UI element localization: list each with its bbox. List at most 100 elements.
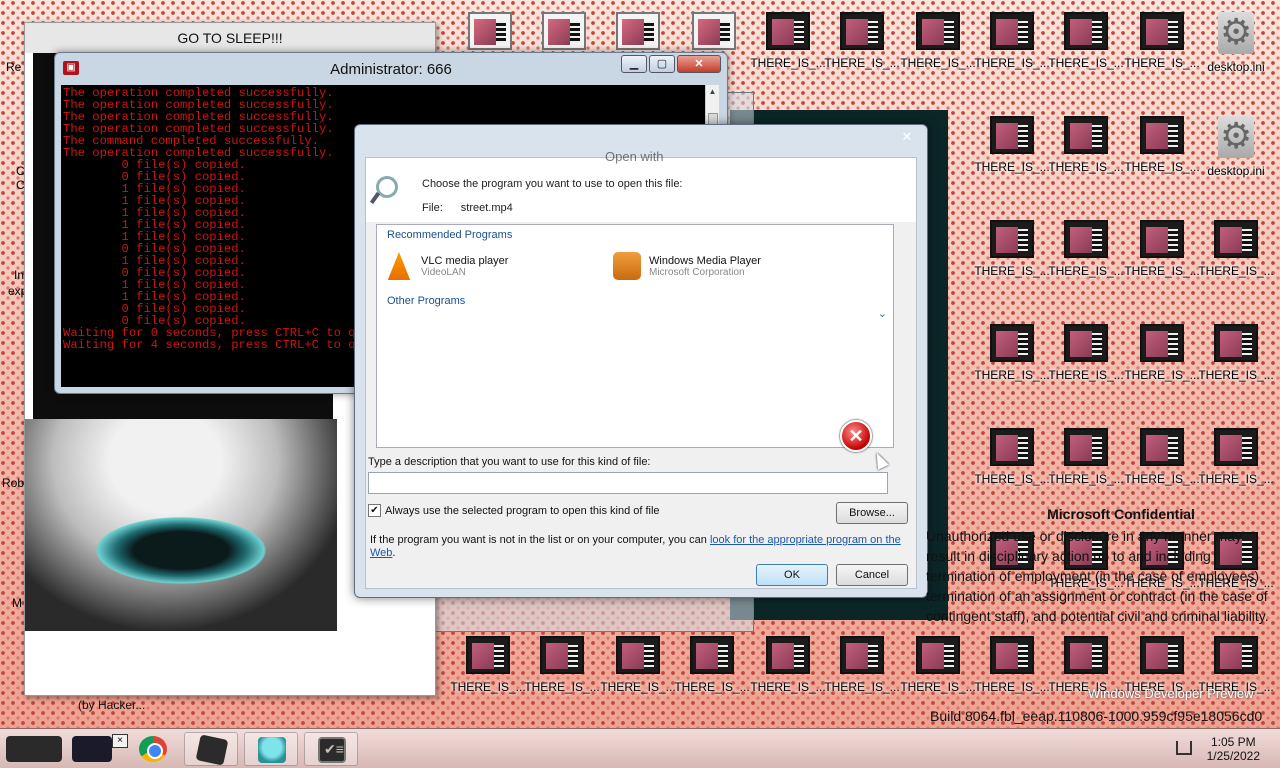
desktop-icon[interactable]: THERE_IS_... [1048,324,1124,382]
task-list-icon [318,737,346,763]
desktop-icon-label: THERE_IS_... [1124,56,1200,70]
video-thumbnail-icon [916,636,960,674]
program-name: Windows Media Player [649,254,761,267]
desktop-icon[interactable]: THERE_IS_... [1198,324,1274,382]
desktop-icon-ini[interactable]: desktop.ini [1198,116,1274,178]
desktop-icon-label: desktop.ini [1207,164,1265,178]
checkbox-checked-icon[interactable]: ✔ [368,504,381,517]
app-thumbnail-icon [6,736,62,762]
video-thumbnail-icon [990,220,1034,258]
chrome-icon [139,736,167,762]
description-input[interactable] [368,472,888,494]
choose-program-text: Choose the program you want to use to op… [422,178,683,190]
desktop-icon-label: M [12,596,22,610]
desktop-icon-label: THERE_IS_... [750,56,826,70]
video-thumbnail-icon [1064,12,1108,50]
cancel-button[interactable]: Cancel [836,564,908,586]
desktop-icon[interactable]: THERE_IS_... [1048,12,1124,70]
desktop-icon[interactable]: THERE_IS_... [974,116,1050,174]
video-thumbnail-icon [692,12,736,50]
desktop-icon-label: THERE_IS_... [1048,56,1124,70]
taskbar-preview[interactable] [0,732,66,766]
program-item-wmp[interactable]: Windows Media Player Microsoft Corporati… [613,247,833,285]
desktop-icon[interactable] [526,12,602,56]
desktop-icon[interactable] [676,12,752,56]
taskbar-roblox[interactable] [184,732,238,766]
maximize-button[interactable]: ▢ [649,55,675,73]
desktop-icon-label: (by Hacker... [78,698,146,712]
chevron-down-icon[interactable]: ⌄ [878,307,887,320]
windows-version-text: Windows Developer Preview [1088,686,1254,701]
desktop-icon[interactable]: THERE_IS_... [1124,220,1200,278]
browse-button[interactable]: Browse... [836,502,908,524]
desktop-icon-label: THERE_IS_... [524,680,600,694]
title-bar[interactable]: ▣ Administrator: 666 ▁ ▢ ✕ [55,53,727,85]
desktop-icon[interactable]: THERE_IS_... [900,636,976,694]
desktop-icon[interactable]: THERE_IS_... [1048,428,1124,486]
desktop-icon[interactable]: THERE_IS_... [1124,428,1200,486]
close-icon[interactable]: ✕ [897,129,917,145]
video-thumbnail-icon [542,12,586,50]
taskbar-skull-app[interactable] [244,732,298,766]
video-thumbnail-icon [990,12,1034,50]
video-thumbnail-icon [766,636,810,674]
desktop-icon[interactable]: THERE_IS_... [1048,220,1124,278]
desktop-icon[interactable]: THERE_IS_... [974,324,1050,382]
clock-date: 1/25/2022 [1206,749,1260,763]
desktop-icon[interactable]: THERE_IS_... [1198,428,1274,486]
other-programs-header[interactable]: Other Programs [377,291,475,311]
minimize-button[interactable]: ▁ [621,55,647,73]
desktop-icon[interactable]: THERE_IS_... [974,12,1050,70]
desktop-icon[interactable]: THERE_IS_... [974,220,1050,278]
desktop-icon[interactable] [600,12,676,56]
desktop-icon[interactable]: THERE_IS_... [524,636,600,694]
taskbar-chrome[interactable] [126,732,180,766]
desktop-icon-label: THERE_IS_... [974,160,1050,174]
open-with-dialog[interactable]: ✕ Choose the program you want to use to … [354,124,928,598]
desktop-icon-label: THERE_IS_... [1198,368,1274,382]
video-thumbnail-icon [1064,116,1108,154]
network-icon[interactable] [1176,741,1192,755]
desktop-icon[interactable]: THERE_IS_... [824,12,900,70]
video-thumbnail-icon [916,12,960,50]
desktop-icon[interactable]: THERE_IS_... [1198,220,1274,278]
desktop-icon[interactable]: THERE_IS_... [1048,116,1124,174]
close-button[interactable]: ✕ [677,55,721,73]
desktop-icon-label: THERE_IS_... [1048,160,1124,174]
desktop-icon[interactable]: THERE_IS_... [600,636,676,694]
recommended-programs-header[interactable]: Recommended Programs [377,225,893,245]
desktop-icon[interactable]: THERE_IS_... [824,636,900,694]
video-thumbnail-icon [1064,324,1108,362]
desktop-icon[interactable]: THERE_IS_... [1124,324,1200,382]
video-thumbnail-icon [466,636,510,674]
program-list[interactable]: Recommended Programs VLC media player Vi… [376,224,894,448]
roblox-icon [195,734,229,766]
desktop-icon[interactable]: THERE_IS_... [974,636,1050,694]
dialog-header: Choose the program you want to use to op… [366,158,916,222]
program-item-vlc[interactable]: VLC media player VideoLAN [385,247,605,285]
desktop-icon[interactable]: THERE_IS_... [1124,12,1200,70]
desktop-icon[interactable]: THERE_IS_... [750,636,826,694]
media-player-icon [613,252,641,280]
desktop-icon[interactable]: THERE_IS_... [450,636,526,694]
desktop-icon-ini[interactable]: desktop.ini [1198,12,1274,74]
settings-file-icon [1218,12,1254,54]
desktop-icon-label: Rob [2,476,25,490]
desktop-icon-label: Re [6,60,22,74]
desktop-icon[interactable]: THERE_IS_... [974,428,1050,486]
desktop-icon[interactable] [452,12,528,56]
desktop-icon[interactable]: THERE_IS_... [900,12,976,70]
note-text: If the program you want is not in the li… [370,534,710,546]
desktop-icon[interactable]: THERE_IS_... [750,12,826,70]
desktop-icon-label: THERE_IS_... [1198,472,1274,486]
video-thumbnail-icon [1064,636,1108,674]
desktop-icon-label: THERE_IS_... [750,680,826,694]
scroll-up-arrow-icon[interactable]: ▲ [706,85,719,99]
taskbar-task-list[interactable] [304,732,358,766]
clock[interactable]: 1:05 PM 1/25/2022 [1207,735,1260,763]
desktop-icon[interactable]: THERE_IS_... [674,636,750,694]
always-use-checkbox[interactable]: ✔ Always use the selected program to ope… [368,504,660,517]
video-thumbnail-icon [1140,636,1184,674]
ok-button[interactable]: OK [756,564,828,586]
desktop-icon[interactable]: THERE_IS_... [1124,116,1200,174]
